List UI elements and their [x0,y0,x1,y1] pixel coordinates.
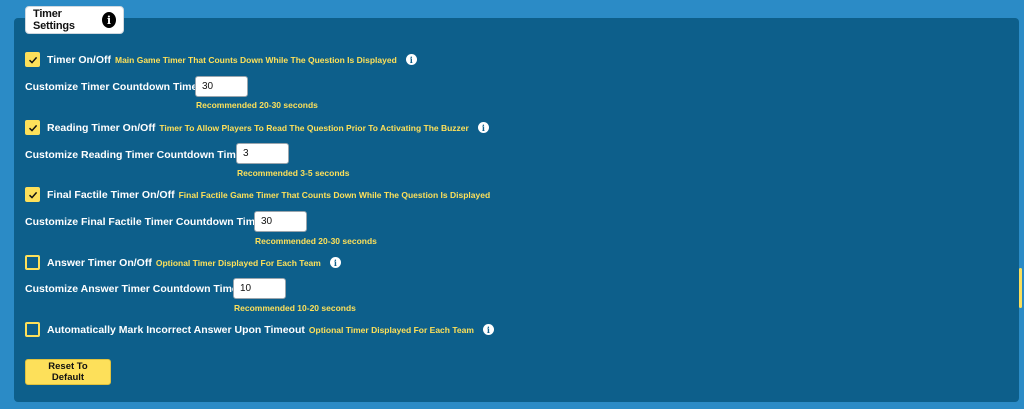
info-icon[interactable]: i [405,54,417,65]
check-icon [28,191,37,199]
option-title: Answer Timer On/Off [47,256,152,269]
check-icon [28,124,37,132]
auto-mark-incorrect-checkbox[interactable] [25,322,40,337]
check-icon [28,56,37,64]
info-icon[interactable]: i [477,122,489,133]
recommendation: Recommended 3-5 seconds [237,168,350,178]
option-auto-mark-incorrect: Automatically Mark Incorrect Answer Upon… [25,322,494,337]
answer-timer-checkbox[interactable] [25,255,40,270]
option-reading-timer: Reading Timer On/Off Timer To Allow Play… [25,120,489,135]
field-label: Customize Timer Countdown Time [25,81,198,93]
info-icon[interactable]: i [329,257,341,268]
option-timer: Timer On/Off Main Game Timer That Counts… [25,52,417,67]
option-description: Optional Timer Displayed For Each Team [308,324,474,335]
settings-panel [14,18,1019,402]
recommendation: Recommended 20-30 seconds [196,100,318,110]
answer-timer-countdown-input[interactable] [233,278,286,299]
option-description: Final Factile Game Timer That Counts Dow… [178,189,491,200]
option-description: Timer To Allow Players To Read The Quest… [159,122,469,133]
option-final-factile-timer: Final Factile Timer On/Off Final Factile… [25,187,490,202]
timer-countdown-input[interactable] [195,76,248,97]
recommendation: Recommended 20-30 seconds [255,236,377,246]
timer-checkbox[interactable] [25,52,40,67]
field-label: Customize Answer Timer Countdown Time [25,283,238,295]
option-answer-timer: Answer Timer On/Off Optional Timer Displ… [25,255,341,270]
option-title: Final Factile Timer On/Off [47,188,175,201]
reset-to-default-button[interactable]: Reset To Default [25,359,111,385]
tab-label: Timer Settings [33,8,75,32]
option-description: Optional Timer Displayed For Each Team [155,257,321,268]
option-title: Reading Timer On/Off [47,121,156,134]
recommendation: Recommended 10-20 seconds [234,303,356,313]
tab-timer-settings[interactable]: Timer Settings i [25,6,124,34]
option-description: Main Game Timer That Counts Down While T… [114,54,397,65]
reading-timer-checkbox[interactable] [25,120,40,135]
option-title: Timer On/Off [47,53,111,66]
info-icon[interactable]: i [482,324,494,335]
reading-timer-countdown-input[interactable] [236,143,289,164]
final-factile-timer-countdown-input[interactable] [254,211,307,232]
field-label: Customize Reading Timer Countdown Time [25,149,242,161]
scrollbar[interactable] [1019,268,1022,308]
final-factile-timer-checkbox[interactable] [25,187,40,202]
info-icon[interactable]: i [102,12,116,28]
field-label: Customize Final Factile Timer Countdown … [25,216,261,228]
option-title: Automatically Mark Incorrect Answer Upon… [47,323,305,336]
